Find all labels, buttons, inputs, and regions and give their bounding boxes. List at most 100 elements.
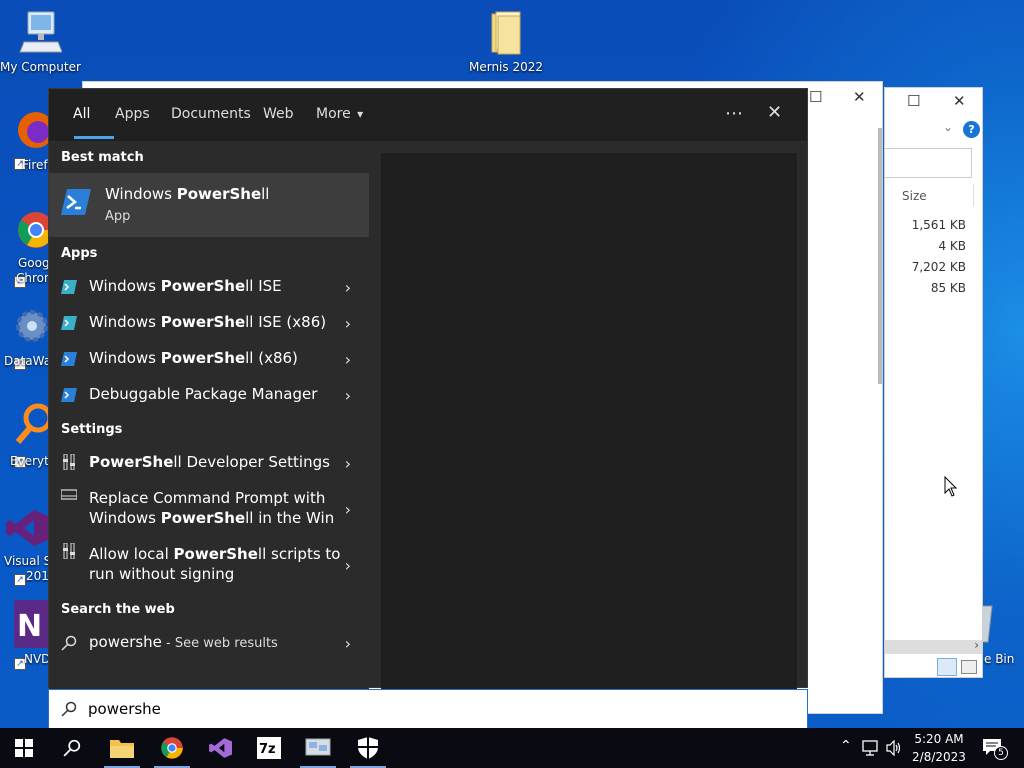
magnifier-icon [15, 403, 53, 444]
settings-item-label-line2: run without signing [89, 565, 235, 583]
desktop-icon-mernis-folder[interactable]: Mernis 2022 [466, 8, 546, 74]
taskbar-7zip[interactable]: 7z [245, 728, 293, 768]
network-app-icon [305, 738, 331, 756]
chevron-right-icon[interactable]: › [345, 556, 351, 575]
search-button[interactable] [48, 728, 96, 768]
desktop-icon-label: 201 [26, 569, 49, 583]
app-item-label: Debuggable Package Manager [89, 385, 318, 403]
desktop-icon-visual-studio[interactable]: ↗ Visual St 201 [4, 506, 56, 586]
preview-pane [381, 153, 797, 689]
chevron-right-icon[interactable]: › [345, 634, 351, 653]
chevron-right-icon[interactable]: › [345, 386, 351, 405]
horizontal-scrollbar[interactable]: › [885, 638, 982, 654]
chevron-right-icon[interactable]: › [345, 314, 351, 333]
scrollbar-track[interactable] [878, 128, 882, 384]
volume-icon[interactable] [886, 740, 902, 756]
powershell-ise-icon [61, 316, 77, 330]
settings-item-powershell-developer[interactable]: PowerShell Developer Settings › [49, 445, 369, 481]
show-hidden-icons-chevron-icon[interactable]: ⌃ [840, 738, 852, 754]
close-icon[interactable]: ✕ [953, 92, 966, 110]
app-item-debuggable-package-manager[interactable]: Debuggable Package Manager › [49, 377, 369, 413]
folder-icon [110, 740, 134, 758]
tab-web[interactable]: Web [251, 89, 306, 141]
search-tabs-bar: All Apps Documents Web More ▾ ⋯ ✕ [49, 89, 807, 141]
shield-icon [358, 737, 378, 759]
maximize-icon[interactable]: ☐ [809, 88, 822, 106]
search-field[interactable] [885, 148, 972, 178]
svg-text:N: N [17, 609, 42, 644]
action-center-button[interactable]: 5 [980, 736, 1010, 760]
network-icon[interactable] [862, 740, 880, 756]
desktop-icon-my-computer[interactable]: My Computer [0, 8, 81, 74]
maximize-icon[interactable]: ☐ [907, 92, 920, 110]
computer-icon [19, 11, 62, 53]
tab-more-label: More [316, 106, 351, 122]
desktop-icon-label: Chron [16, 271, 52, 285]
chevron-right-icon[interactable]: › [345, 500, 351, 519]
clock[interactable]: 5:20 AM 2/8/2023 [910, 730, 968, 766]
tab-apps[interactable]: Apps [103, 89, 162, 141]
web-search-label: powershe - See web results [89, 633, 278, 651]
taskbar-chrome[interactable] [148, 728, 196, 768]
7zip-icon: 7z [257, 737, 281, 759]
powershell-icon [61, 388, 77, 402]
start-button[interactable] [0, 728, 48, 768]
app-item-powershell-ise-x86[interactable]: Windows PowerShell ISE (x86) › [49, 305, 369, 341]
section-header-best-match: Best match [61, 150, 144, 165]
search-box[interactable]: powershe [48, 689, 808, 729]
file-size-cell: 7,202 KB [911, 260, 966, 274]
chevron-right-icon[interactable]: › [345, 350, 351, 369]
file-size-cell: 1,561 KB [911, 218, 966, 232]
web-search-item[interactable]: powershe - See web results › [49, 625, 369, 661]
windows-logo-icon [15, 739, 33, 757]
chrome-icon [161, 737, 183, 759]
caret-down-icon: ▾ [357, 107, 364, 121]
large-icons-view-icon[interactable] [961, 660, 977, 674]
chevron-right-icon[interactable]: › [345, 278, 351, 297]
settings-item-label: Allow local PowerShell scripts to [89, 545, 341, 563]
tab-documents[interactable]: Documents [159, 89, 263, 141]
scroll-right-icon[interactable]: › [974, 638, 979, 652]
desktop-icon-recycle-bin[interactable]: e Bin [977, 604, 1024, 670]
search-icon [61, 701, 77, 717]
options-ellipsis-icon[interactable]: ⋯ [725, 103, 743, 124]
desktop-icon-label: My Computer [0, 60, 81, 74]
tab-all[interactable]: All [61, 89, 115, 141]
desktop-icon-datawagon[interactable]: ↗ DataWa [4, 304, 52, 370]
best-match-item[interactable]: Windows PowerShell App [49, 173, 369, 237]
nvda-icon: N [14, 600, 52, 648]
details-view-icon[interactable] [937, 658, 957, 676]
app-item-label: Windows PowerShell ISE (x86) [89, 313, 327, 331]
shortcut-arrow-icon: ↗ [14, 574, 26, 586]
taskbar-file-explorer[interactable] [98, 728, 146, 768]
column-header-size[interactable]: Size [902, 189, 927, 203]
taskbar-defender[interactable] [344, 728, 392, 768]
desktop-icon-label: DataWa [4, 354, 52, 368]
svg-text:7z: 7z [259, 742, 276, 757]
desktop-icon-label: Mernis 2022 [468, 60, 543, 74]
file-size-cell: 4 KB [938, 239, 966, 253]
section-header-search-web: Search the web [61, 602, 175, 617]
section-header-apps: Apps [61, 246, 98, 261]
clock-time: 5:20 AM [914, 732, 964, 746]
search-input[interactable]: powershe [88, 700, 161, 718]
settings-tool-icon [63, 454, 75, 470]
desktop-icon-label: e Bin [984, 652, 1015, 666]
settings-item-replace-command-prompt[interactable]: Replace Command Prompt with Windows Powe… [49, 481, 369, 537]
close-icon[interactable]: ✕ [767, 102, 782, 123]
start-search-panel: All Apps Documents Web More ▾ ⋯ ✕ Best m… [48, 88, 808, 689]
settings-item-allow-local-scripts[interactable]: Allow local PowerShell scripts to run wi… [49, 537, 369, 593]
app-item-powershell-ise[interactable]: Windows PowerShell ISE › [49, 269, 369, 305]
app-item-powershell-x86[interactable]: Windows PowerShell (x86) › [49, 341, 369, 377]
help-icon[interactable]: ? [963, 121, 980, 138]
tab-more[interactable]: More ▾ [304, 89, 375, 141]
close-icon[interactable]: ✕ [853, 88, 866, 106]
taskbar-visual-studio[interactable] [196, 728, 244, 768]
file-explorer-window[interactable]: ☐ ✕ ⌄ ? Size 1,561 KB 4 KB 7,202 KB 85 K… [884, 87, 983, 678]
visual-studio-icon [209, 738, 232, 758]
chevron-right-icon[interactable]: › [345, 454, 351, 473]
chevron-down-icon[interactable]: ⌄ [943, 120, 953, 134]
notification-count-badge: 5 [994, 746, 1008, 760]
taskbar-network-app[interactable] [294, 728, 342, 768]
desktop-icon-label: Goog [18, 256, 50, 270]
